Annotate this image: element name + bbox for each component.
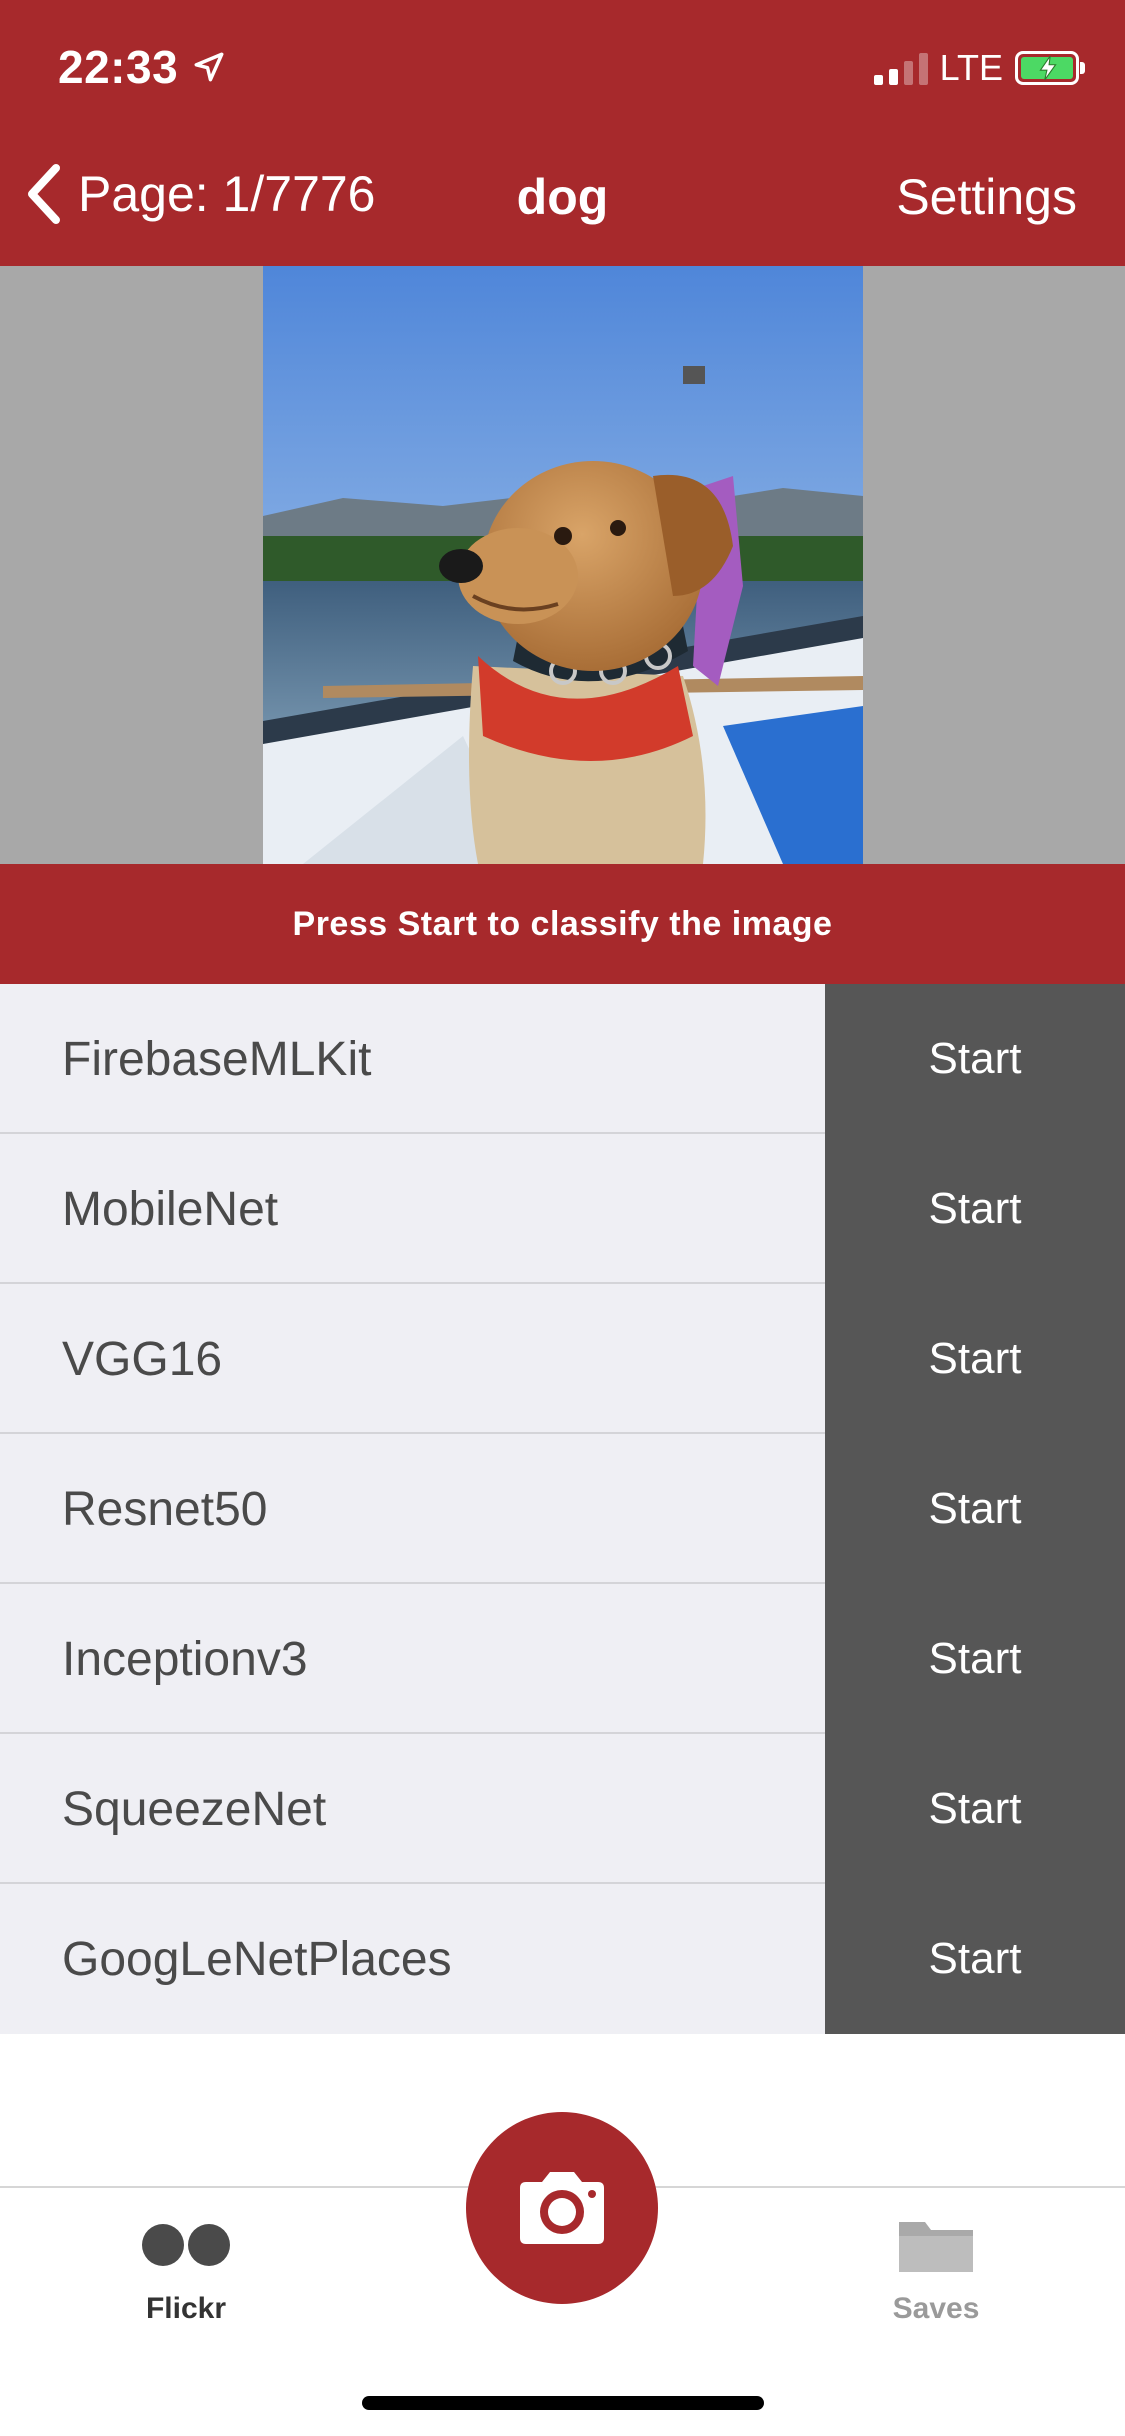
camera-button[interactable]: [466, 2112, 658, 2304]
model-name: Inceptionv3: [62, 1632, 308, 1686]
status-indicators: LTE: [873, 47, 1085, 88]
model-list: FirebaseMLKit Start MobileNet Start VGG1…: [0, 984, 1125, 2034]
tab-saves[interactable]: Saves: [836, 2210, 1036, 2326]
camera-icon: [520, 2172, 604, 2244]
battery-charging-icon: [1015, 51, 1085, 85]
flickr-icon: [142, 2224, 230, 2266]
dog-photo[interactable]: [263, 266, 863, 864]
start-button-resnet50[interactable]: Start: [825, 1434, 1125, 1584]
network-type: LTE: [939, 47, 1003, 88]
home-indicator[interactable]: [362, 2396, 764, 2410]
instruction-banner: Press Start to classify the image: [0, 864, 1125, 984]
model-row-resnet50: Resnet50 Start: [0, 1434, 1125, 1584]
start-button-firebasemlkit[interactable]: Start: [825, 984, 1125, 1134]
folder-icon: [899, 2222, 973, 2272]
image-viewer: [0, 266, 1125, 864]
header: 22:33 LTE Page: 1/7776 dog Settings: [0, 0, 1125, 266]
model-row-vgg16: VGG16 Start: [0, 1284, 1125, 1434]
tab-flickr[interactable]: Flickr: [86, 2210, 286, 2326]
model-row-inceptionv3: Inceptionv3 Start: [0, 1584, 1125, 1734]
model-row-mobilenet: MobileNet Start: [0, 1134, 1125, 1284]
settings-button[interactable]: Settings: [896, 168, 1077, 226]
start-button-googlenetplaces[interactable]: Start: [825, 1884, 1125, 2034]
model-row-firebasemlkit: FirebaseMLKit Start: [0, 984, 1125, 1134]
status-time-group: 22:33: [58, 40, 226, 94]
status-time: 22:33: [58, 41, 179, 93]
location-arrow-icon: [194, 52, 224, 82]
model-row-squeezenet: SqueezeNet Start: [0, 1734, 1125, 1884]
model-row-googlenetplaces: GoogLeNetPlaces Start: [0, 1884, 1125, 2034]
app-screen: 22:33 LTE Page: 1/7776 dog Settings Pres…: [0, 0, 1125, 2436]
model-name: SqueezeNet: [62, 1782, 327, 1836]
start-button-mobilenet[interactable]: Start: [825, 1134, 1125, 1284]
start-button-inceptionv3[interactable]: Start: [825, 1584, 1125, 1734]
start-button-squeezenet[interactable]: Start: [825, 1734, 1125, 1884]
model-name: VGG16: [62, 1332, 223, 1386]
cellular-signal-icon: [873, 51, 928, 85]
model-name: MobileNet: [62, 1182, 279, 1236]
tab-label-flickr: Flickr: [145, 2292, 227, 2325]
dog-photo-image: [263, 266, 863, 864]
tab-label-saves: Saves: [892, 2292, 980, 2325]
model-name: Resnet50: [62, 1482, 268, 1536]
model-name: FirebaseMLKit: [62, 1032, 372, 1086]
start-button-vgg16[interactable]: Start: [825, 1284, 1125, 1434]
model-name: GoogLeNetPlaces: [62, 1932, 452, 1986]
